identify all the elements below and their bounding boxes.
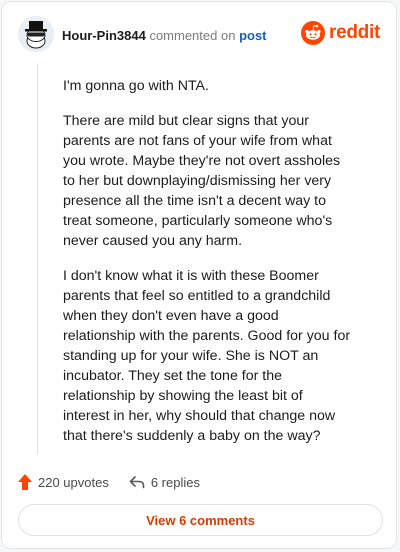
commented-on-label: commented on	[149, 28, 236, 43]
upvote-count: 220 upvotes	[38, 474, 109, 490]
comment-meta: Hour-Pin3844 commented on post	[62, 28, 267, 44]
view-comments-button[interactable]: View 6 comments	[18, 504, 383, 536]
thread-line[interactable]	[37, 64, 38, 454]
replies-button[interactable]: 6 replies	[129, 475, 200, 490]
comment-actions: 220 upvotes 6 replies	[18, 472, 200, 492]
comment-paragraph: I'm gonna go with NTA.	[63, 78, 209, 94]
user-avatar[interactable]	[18, 16, 54, 52]
reddit-wordmark: reddit	[329, 22, 380, 43]
avatar-snoo-icon	[18, 16, 54, 52]
comment-header: Hour-Pin3844 commented on post reddit	[16, 16, 382, 56]
reddit-snoo-icon	[301, 21, 326, 45]
username-link[interactable]: Hour-Pin3844	[62, 28, 146, 43]
reply-icon	[129, 476, 145, 489]
comment-body: I'm gonna go with NTA. There are mild bu…	[63, 76, 353, 461]
upvote-arrow-icon	[18, 474, 32, 490]
comment-paragraph: I don't know what it is with these Boome…	[63, 268, 351, 444]
post-link[interactable]: post	[239, 28, 266, 43]
replies-count: 6 replies	[150, 474, 200, 490]
comment-card: Hour-Pin3844 commented on post reddit I'…	[1, 1, 397, 549]
reddit-logo[interactable]: reddit	[301, 20, 380, 46]
comment-paragraph: There are mild but clear signs that your…	[63, 113, 341, 249]
upvote-button[interactable]: 220 upvotes	[18, 474, 109, 490]
